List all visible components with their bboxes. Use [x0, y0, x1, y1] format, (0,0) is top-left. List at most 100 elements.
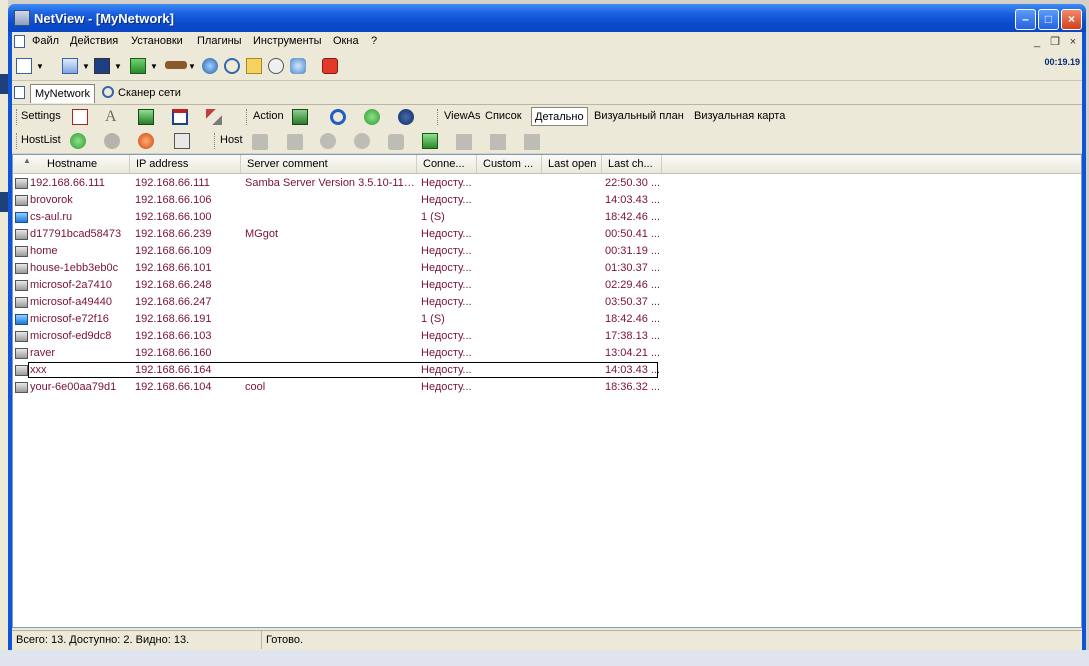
table-row[interactable]: home 192.168.66.109 Недосту... 00:31.19 ...: [13, 243, 1081, 260]
check-all-icon[interactable]: [398, 109, 414, 125]
terminal-icon[interactable]: [94, 58, 110, 74]
view-visual-map-button[interactable]: Визуальная карта: [694, 110, 785, 122]
hostlist-label[interactable]: HostList: [21, 134, 61, 146]
table-row[interactable]: house-1ebb3eb0c 192.168.66.101 Недосту... 0…: [13, 260, 1081, 277]
view-list-button[interactable]: Список: [485, 110, 522, 122]
tools-icon[interactable]: [206, 109, 222, 125]
note-icon[interactable]: [388, 134, 404, 150]
hostname-cell: your-6e00aa79d1: [30, 381, 117, 393]
netview-app-icon[interactable]: [14, 10, 30, 26]
font-icon[interactable]: A: [105, 108, 117, 126]
settings-label[interactable]: Settings: [21, 110, 61, 122]
column-hostname[interactable]: Hostname: [13, 155, 130, 173]
view-visual-plan-button[interactable]: Визуальный план: [594, 110, 684, 122]
host-list[interactable]: ▲ Hostname IP address Server comment Con…: [12, 154, 1082, 628]
menu-plugins[interactable]: Плагины: [197, 35, 242, 47]
find-document-icon[interactable]: [62, 58, 78, 74]
maximize-button[interactable]: □: [1038, 9, 1059, 30]
chevron-down-icon[interactable]: ▼: [82, 62, 90, 71]
search-icon[interactable]: [224, 58, 240, 74]
move-icon[interactable]: [292, 109, 308, 125]
mdi-restore-button[interactable]: ❐: [1048, 35, 1062, 49]
table-row[interactable]: brovorok 192.168.66.106 Недосту... 14:03.43…: [13, 192, 1081, 209]
hostname-cell: home: [30, 245, 58, 257]
record-icon[interactable]: [354, 133, 370, 149]
document-icon[interactable]: [14, 35, 25, 48]
table-row[interactable]: microsof-ed9dc8 192.168.66.103 Недосту... 1…: [13, 328, 1081, 345]
menu-bar: Файл Действия Установки Плагины Инструме…: [12, 32, 1082, 52]
viewas-label[interactable]: ViewAs: [444, 110, 480, 122]
table-row[interactable]: d17791bcad58473 192.168.66.239 MGgot Недост…: [13, 226, 1081, 243]
close-button[interactable]: ×: [1061, 9, 1082, 30]
chevron-down-icon[interactable]: ▼: [150, 62, 158, 71]
table-row[interactable]: your-6e00aa79d1 192.168.66.104 cool Недосту…: [13, 379, 1081, 396]
refresh-icon[interactable]: [330, 109, 346, 125]
column-connections[interactable]: Conne...: [417, 155, 477, 173]
monitor-icon[interactable]: [490, 134, 506, 150]
chevron-down-icon[interactable]: ▼: [36, 62, 44, 71]
power-icon[interactable]: [322, 58, 338, 74]
menu-file[interactable]: Файл: [32, 35, 59, 47]
check-icon[interactable]: [70, 133, 86, 149]
chevron-down-icon[interactable]: ▼: [114, 62, 122, 71]
add-host-icon[interactable]: [422, 133, 438, 149]
column-ip-address[interactable]: IP address: [130, 155, 241, 173]
column-server-comment[interactable]: Server comment: [241, 155, 417, 173]
table-row[interactable]: microsof-e72f16 192.168.66.191 1 (S) 18:42.…: [13, 311, 1081, 328]
toolbar-grip[interactable]: [16, 133, 20, 149]
table-row[interactable]: xxx 192.168.66.164 Недосту... 14:03.43 ...: [13, 362, 1081, 379]
tab-network-scanner[interactable]: Сканер сети: [114, 84, 185, 103]
menu-help[interactable]: ?: [371, 35, 377, 47]
monitor-icon[interactable]: [456, 134, 472, 150]
column-last-open[interactable]: Last open: [542, 155, 602, 173]
host-label[interactable]: Host: [220, 134, 243, 146]
tab-mynetwork[interactable]: MyNetwork: [30, 84, 96, 103]
monitors-icon[interactable]: [524, 134, 540, 150]
network-icon[interactable]: [290, 58, 306, 74]
pipe-icon[interactable]: [165, 61, 187, 69]
image-icon[interactable]: [138, 109, 154, 125]
title-bar[interactable]: NetView - [MyNetwork] – □ ×: [8, 4, 1086, 32]
chat-icon[interactable]: [268, 58, 284, 74]
stop-icon[interactable]: [320, 133, 336, 149]
folder-icon[interactable]: [252, 134, 268, 150]
mdi-minimize-button[interactable]: _: [1030, 35, 1044, 49]
computer-icon: [15, 280, 28, 291]
window-title: NetView - [MyNetwork]: [34, 11, 174, 26]
connection-cell: Недосту...: [421, 330, 472, 342]
scan-icon[interactable]: [138, 133, 154, 149]
last-change-cell: 18:42.46 ...: [605, 313, 661, 325]
network-map-icon[interactable]: [130, 58, 146, 74]
check-icon[interactable]: [364, 109, 380, 125]
table-row[interactable]: 192.168.66.111 192.168.66.111 Samba Server…: [13, 175, 1081, 192]
menu-actions[interactable]: Действия: [70, 35, 118, 47]
view-details-button[interactable]: Детально: [531, 107, 588, 126]
toolbar-grip[interactable]: [214, 133, 218, 149]
minimize-button[interactable]: –: [1015, 9, 1036, 30]
group-icon[interactable]: [104, 133, 120, 149]
share-icon[interactable]: [287, 134, 303, 150]
ip-cell: 192.168.66.100: [135, 211, 212, 223]
toolbar-grip[interactable]: [437, 109, 441, 125]
table-row[interactable]: microsof-2a7410 192.168.66.248 Недосту... 0…: [13, 277, 1081, 294]
toolbar-grip[interactable]: [16, 109, 20, 125]
clock-display: 00:19.19: [1044, 57, 1080, 67]
delete-icon[interactable]: [72, 109, 88, 125]
chevron-down-icon[interactable]: ▼: [188, 62, 196, 71]
table-row[interactable]: raver 192.168.66.160 Недосту... 13:04.21 ..…: [13, 345, 1081, 362]
mdi-close-button[interactable]: ×: [1066, 35, 1080, 49]
globe-icon[interactable]: [202, 58, 218, 74]
column-last-change[interactable]: Last ch...: [602, 155, 662, 173]
computer-icon[interactable]: [174, 133, 190, 149]
new-document-icon[interactable]: [16, 58, 32, 74]
window-icon[interactable]: [172, 109, 188, 125]
folder-icon[interactable]: [246, 58, 262, 74]
menu-tools[interactable]: Инструменты: [253, 35, 322, 47]
action-label[interactable]: Action: [253, 110, 284, 122]
column-custom[interactable]: Custom ...: [477, 155, 542, 173]
menu-windows[interactable]: Окна: [333, 35, 359, 47]
table-row[interactable]: cs-aul.ru 192.168.66.100 1 (S) 18:42.46 ...: [13, 209, 1081, 226]
menu-settings[interactable]: Установки: [131, 35, 183, 47]
toolbar-grip[interactable]: [246, 109, 250, 125]
table-row[interactable]: microsof-a49440 192.168.66.247 Недосту... 0…: [13, 294, 1081, 311]
